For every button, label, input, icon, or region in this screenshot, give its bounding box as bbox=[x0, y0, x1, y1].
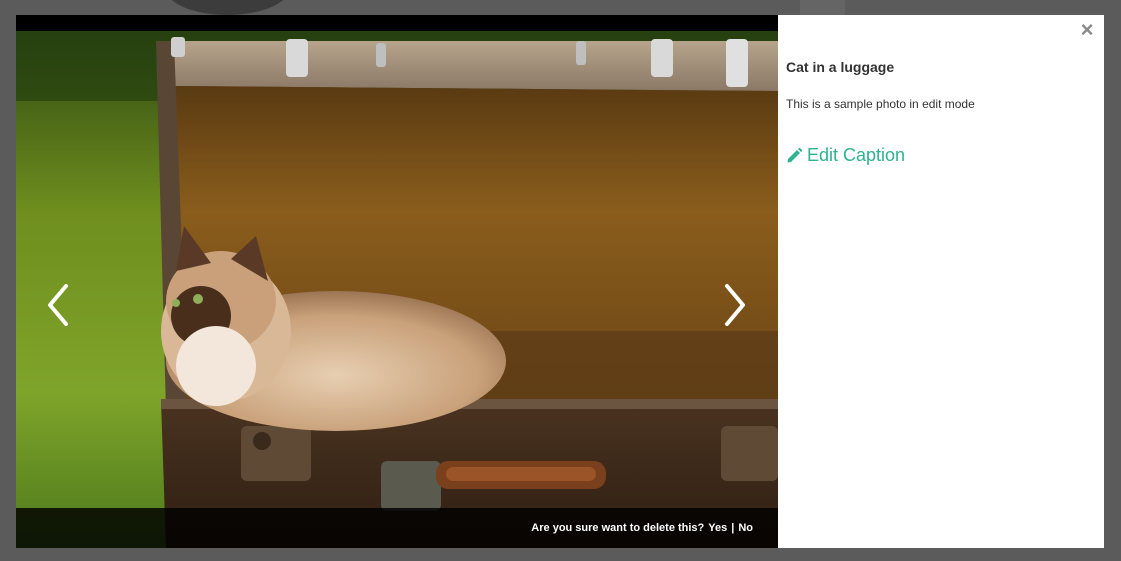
photo-image bbox=[16, 31, 778, 548]
edit-caption-button[interactable]: Edit Caption bbox=[786, 145, 905, 166]
delete-separator: | bbox=[731, 522, 735, 534]
close-button[interactable]: × bbox=[1078, 19, 1096, 41]
chevron-right-icon bbox=[725, 284, 745, 326]
photo-viewer: Are you sure want to delete this? Yes | … bbox=[16, 15, 778, 548]
background-page-image bbox=[165, 0, 290, 15]
caption-panel: × Cat in a luggage This is a sample phot… bbox=[778, 15, 1104, 548]
previous-photo-button[interactable] bbox=[38, 277, 78, 333]
chevron-left-icon bbox=[48, 284, 68, 326]
pencil-icon bbox=[787, 147, 802, 162]
photo-title: Cat in a luggage bbox=[786, 59, 895, 75]
delete-confirmation-question: Are you sure want to delete this? bbox=[531, 522, 705, 534]
edit-caption-label: Edit Caption bbox=[807, 145, 906, 165]
delete-confirmation-bar: Are you sure want to delete this? Yes | … bbox=[16, 508, 778, 548]
delete-yes-link[interactable]: Yes bbox=[708, 522, 727, 534]
photo-description: This is a sample photo in edit mode bbox=[786, 97, 975, 111]
close-icon: × bbox=[1080, 17, 1094, 42]
background-page-element bbox=[800, 0, 845, 15]
photo-lightbox: Are you sure want to delete this? Yes | … bbox=[16, 15, 1104, 548]
delete-no-link[interactable]: No bbox=[738, 522, 753, 534]
next-photo-button[interactable] bbox=[715, 277, 755, 333]
